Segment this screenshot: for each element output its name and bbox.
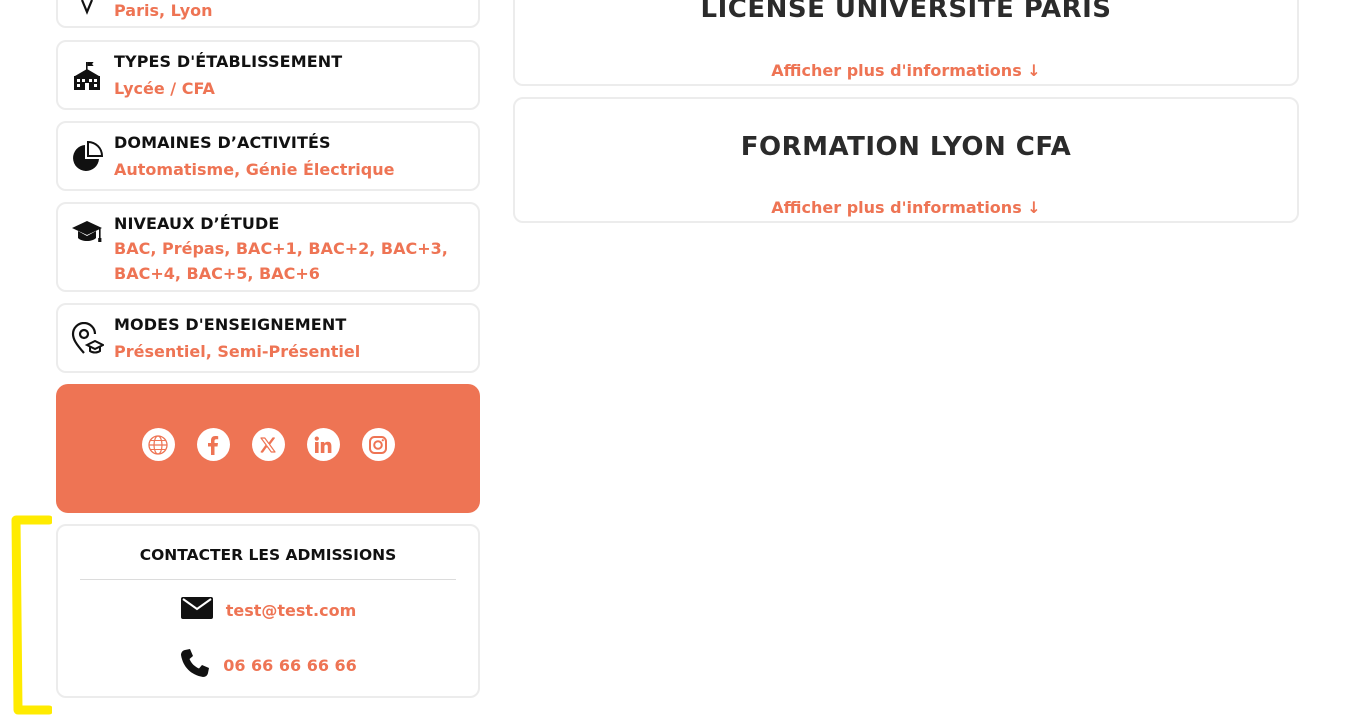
activity-domains-value: Automatisme, Génie Électrique [114,160,395,179]
study-levels-title: NIVEAUX D’ÉTUDE [114,214,280,233]
establishment-type-card: TYPES D'ÉTABLISSEMENT Lycée / CFA [56,40,480,110]
activity-domains-title: DOMAINES D’ACTIVITÉS [114,133,331,152]
linkedin-icon[interactable] [306,428,340,461]
facebook-icon[interactable] [196,428,230,461]
page: Paris, Lyon TYPES D'ÉTABLISSEMENT Lycée … [0,0,1365,720]
instagram-icon[interactable] [361,428,395,461]
establishment-type-title: TYPES D'ÉTABLISSEMENT [114,52,343,71]
location-value: Paris, Lyon [114,1,213,20]
graduation-cap-icon [70,216,104,250]
contact-admissions-card: CONTACTER LES ADMISSIONS test@test.com 0… [56,524,480,698]
envelope-icon [180,596,214,624]
phone-icon [179,647,211,683]
map-pin-icon [70,0,104,24]
location-graduation-icon [70,322,104,356]
activity-domains-card: DOMAINES D’ACTIVITÉS Automatisme, Génie … [56,121,480,191]
establishment-type-value: Lycée / CFA [114,79,215,98]
formation-title: LICENSE UNIVERSITE PARIS [700,0,1112,24]
location-card: Paris, Lyon [56,0,480,28]
contact-phone-row: 06 66 66 66 66 [58,647,478,683]
contact-phone-link[interactable]: 06 66 66 66 66 [223,656,357,675]
contact-title: CONTACTER LES ADMISSIONS [139,546,397,564]
contact-email-link[interactable]: test@test.com [226,601,357,620]
contact-email-row: test@test.com [58,596,478,624]
formation-card: FORMATION LYON CFA Afficher plus d'infor… [513,97,1299,223]
social-links [56,428,480,461]
pie-chart-icon [70,140,104,174]
study-levels-card: NIVEAUX D’ÉTUDE BAC, Prépas, BAC+1, BAC+… [56,202,480,292]
website-icon[interactable] [141,428,175,461]
study-levels-value: BAC, Prépas, BAC+1, BAC+2, BAC+3, BAC+4,… [114,239,448,283]
teaching-modes-card: MODES D'ENSEIGNEMENT Présentiel, Semi-Pr… [56,303,480,373]
contact-divider [80,579,456,580]
show-more-link[interactable]: Afficher plus d'informations ↓ [515,61,1297,80]
show-more-link[interactable]: Afficher plus d'informations ↓ [515,198,1297,217]
teaching-modes-title: MODES D'ENSEIGNEMENT [114,315,347,334]
social-links-card [56,384,480,513]
school-building-icon [70,59,104,93]
x-twitter-icon[interactable] [251,428,285,461]
formation-title: FORMATION LYON CFA [740,132,1072,162]
highlight-bracket [11,515,52,715]
formation-card: LICENSE UNIVERSITE PARIS Afficher plus d… [513,0,1299,86]
teaching-modes-value: Présentiel, Semi-Présentiel [114,342,361,361]
